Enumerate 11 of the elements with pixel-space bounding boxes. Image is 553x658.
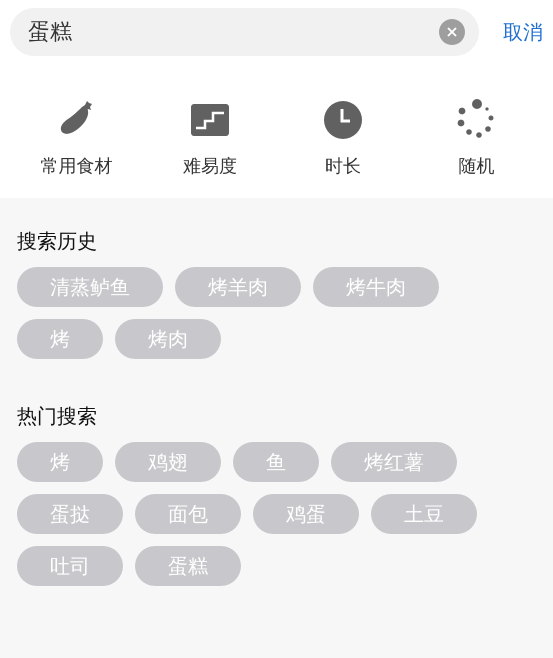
clear-icon[interactable]: [439, 19, 465, 45]
section-title: 搜索历史: [17, 228, 98, 255]
category-label[interactable]: 常用食材: [40, 154, 113, 178]
cancel-button[interactable]: 取消: [503, 18, 543, 46]
category-label[interactable]: 时长: [325, 154, 362, 178]
search-bar[interactable]: 蛋糕: [10, 8, 479, 56]
category-label[interactable]: 难易度: [182, 154, 237, 178]
clock-icon: [323, 100, 364, 140]
section-title: 热门搜索: [17, 403, 98, 430]
search-field[interactable]: 蛋糕: [26, 18, 439, 46]
category-label[interactable]: 随机: [458, 154, 494, 178]
